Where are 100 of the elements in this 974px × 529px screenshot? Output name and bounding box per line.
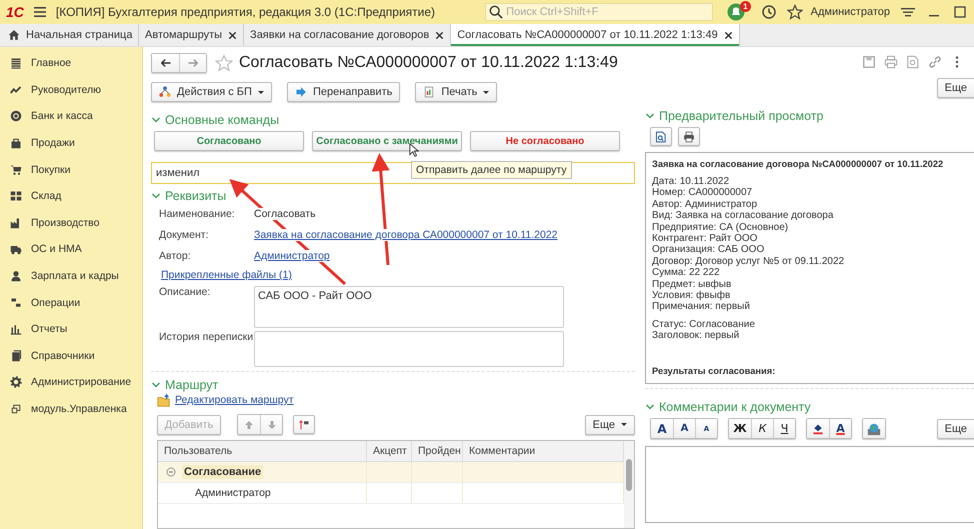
link-icon[interactable] [928, 55, 942, 69]
field-label: Описание: [159, 286, 212, 298]
sidebar-item[interactable]: модуль.Управленка [0, 396, 142, 422]
edit-route-link[interactable]: Редактировать маршрут [175, 394, 294, 406]
section-header[interactable]: Комментарии к документу [645, 400, 811, 414]
sort-button[interactable] [293, 415, 315, 434]
section-header[interactable]: Реквизиты [151, 189, 226, 203]
sidebar-item[interactable]: Отчеты [0, 316, 142, 343]
sidebar-item[interactable]: Продажи [0, 130, 142, 156]
gear-icon [10, 376, 22, 388]
sidebar-item[interactable]: Зарплата и кадры [0, 262, 142, 290]
column-header[interactable]: Комментарии [463, 441, 624, 462]
attachments-link[interactable]: Прикрепленные файлы (1) [161, 269, 292, 281]
favorite-star-icon[interactable] [215, 54, 233, 72]
scrollbar[interactable] [624, 441, 634, 528]
command-button[interactable]: Согласовано с замечаниями [312, 131, 462, 151]
section-header[interactable]: Основные команды [151, 113, 280, 127]
table-cell[interactable]: Администратор [158, 483, 367, 504]
caret-icon [621, 423, 627, 426]
group-row-cell[interactable]: Согласование [158, 462, 367, 483]
close-icon[interactable] [724, 30, 733, 40]
printer-icon[interactable] [884, 55, 898, 69]
format-button[interactable]: К [751, 419, 773, 438]
collapse-icon[interactable] [166, 467, 176, 477]
actions-button[interactable]: Действия с БП [151, 82, 272, 102]
section-header[interactable]: Предварительный просмотр [645, 109, 824, 123]
report-icon [423, 86, 436, 98]
history-field[interactable] [254, 331, 564, 367]
print-button[interactable]: Печать [415, 82, 498, 102]
chevron-icon [151, 115, 161, 125]
book-icon [10, 350, 22, 362]
close-icon[interactable] [435, 30, 444, 40]
sidebar-item[interactable]: Администрирование [0, 369, 142, 396]
more-button[interactable]: Еще [936, 418, 974, 438]
back-button[interactable] [152, 54, 179, 72]
column-header[interactable]: Пройден [412, 441, 463, 462]
sidebar-item[interactable]: Производство [0, 210, 142, 236]
tab[interactable]: Согласовать №СА000000007 от 10.11.2022 1:13:49 [451, 24, 740, 46]
sidebar-item[interactable]: Склад [0, 182, 142, 210]
preview-line: Заголовок: первый [652, 330, 740, 342]
preview-icon[interactable] [906, 55, 920, 69]
format-button[interactable] [863, 419, 885, 438]
format-button[interactable]: A [673, 419, 695, 438]
truck-icon [10, 243, 22, 256]
preview-line: Номер: СА000000007 [652, 187, 754, 199]
ledger-icon [10, 296, 22, 309]
sidebar-item[interactable]: ОС и НМА [0, 236, 142, 263]
table-cell [412, 462, 463, 483]
close-icon[interactable] [228, 30, 238, 40]
redirect-button[interactable]: Перенаправить [286, 82, 400, 102]
preview-line: Условия: фвыфв [652, 290, 732, 302]
arrow-left-icon [160, 57, 172, 69]
app-logo[interactable]: 1С [6, 4, 24, 20]
preview-button[interactable] [650, 127, 672, 146]
tab[interactable]: Автомаршруты [139, 24, 244, 46]
user-name[interactable]: Администратор [810, 6, 890, 18]
field-link[interactable]: Заявка на согласование договора СА000000007 от 10.11.2022 [254, 228, 558, 240]
field-value: Согласовать [254, 208, 316, 220]
preview-line: Предприятие: СА (Основное) [652, 222, 790, 234]
coin-icon [10, 110, 22, 122]
maximize-icon[interactable] [952, 4, 968, 20]
section-header[interactable]: Маршрут [151, 378, 218, 392]
tab[interactable]: Начальная страница [0, 24, 139, 46]
table-cell [412, 483, 463, 504]
field-link[interactable]: Администратор [254, 250, 330, 262]
history-icon[interactable] [760, 4, 777, 20]
sidebar-item[interactable]: Банк и касса [0, 103, 142, 130]
save-icon[interactable] [862, 55, 876, 69]
command-button[interactable]: Согласовано [154, 131, 304, 151]
star-icon[interactable] [786, 4, 803, 20]
preview-line: Примечания: первый [652, 301, 751, 313]
sort-icon [298, 418, 310, 430]
bag-icon [10, 137, 22, 150]
format-button[interactable]: Ч [773, 419, 795, 438]
column-header[interactable]: Акцепт [367, 441, 412, 462]
format-button[interactable]: A [651, 419, 673, 438]
sidebar-item[interactable]: Операции [0, 289, 142, 316]
table-cell [367, 462, 412, 483]
command-button[interactable]: Не согласовано [470, 131, 620, 151]
format-button[interactable]: Ж [729, 419, 751, 438]
more-button[interactable]: Еще [584, 414, 635, 434]
arrow-up-icon [244, 420, 254, 430]
person-icon [10, 270, 22, 282]
print-button[interactable] [678, 127, 700, 146]
sidebar-item[interactable]: Покупки [0, 156, 142, 183]
description-field[interactable]: САБ ООО - Райт ООО [254, 286, 564, 328]
chevron-icon [645, 402, 655, 412]
format-button[interactable]: A [829, 419, 851, 438]
field-label: Автор: [159, 250, 192, 262]
sidebar-item[interactable]: Главное [0, 50, 142, 77]
sidebar-item[interactable]: Справочники [0, 342, 142, 370]
windows-icon [10, 403, 22, 416]
column-header[interactable]: Пользователь [158, 441, 367, 462]
more-button[interactable]: Еще [936, 78, 974, 98]
format-button[interactable] [807, 419, 829, 438]
search-field[interactable]: Поиск Ctrl+Shift+F [485, 3, 714, 21]
sidebar-item[interactable]: Руководителю [0, 76, 142, 104]
mouse-cursor-icon [409, 143, 419, 158]
menu-icon[interactable] [32, 4, 48, 20]
preview-line: Статус: Согласование [652, 318, 756, 330]
